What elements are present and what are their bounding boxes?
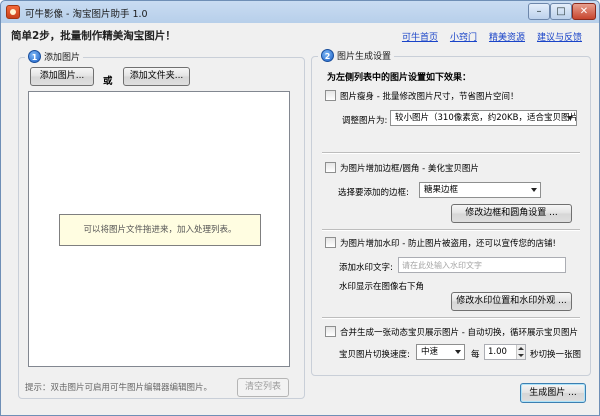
slideshow-checkbox-label: 合并生成一张动态宝贝展示图片 - 自动切换，循环展示宝贝图片 <box>340 328 578 338</box>
tip-text: 提示：双击图片可启用可牛图片编辑器编辑图片。 <box>25 383 213 393</box>
step-2-badge: 2 <box>321 49 334 62</box>
section-separator <box>322 317 580 319</box>
link-tips[interactable]: 小窍门 <box>450 30 477 43</box>
link-feedback[interactable]: 建议与反馈 <box>537 30 582 43</box>
add-images-title: 添加图片 <box>44 53 81 63</box>
border-checkbox-label: 为图片增加边框/圆角 - 美化宝贝图片 <box>340 164 479 174</box>
chevron-down-icon <box>531 188 537 192</box>
link-home[interactable]: 可牛首页 <box>402 30 438 43</box>
resize-checkbox-label: 图片瘦身 - 批量修改图片尺寸，节省图片空间！ <box>340 92 519 102</box>
minimize-button[interactable]: – <box>528 3 550 20</box>
add-images-legend: 1 添加图片 <box>25 50 84 63</box>
slideshow-speed-select[interactable]: 中速 <box>416 344 465 360</box>
drop-hint: 可以将图片文件拖进来，加入处理列表。 <box>59 214 261 246</box>
border-checkbox[interactable] <box>325 162 336 173</box>
slideshow-interval-stepper[interactable]: 1.00 <box>484 344 526 360</box>
chevron-down-icon <box>455 350 461 354</box>
app-logo-icon <box>6 5 20 19</box>
step-1-badge: 1 <box>28 50 41 63</box>
slideshow-speed-value: 中速 <box>421 347 439 357</box>
chevron-down-icon <box>567 116 573 120</box>
watermark-position-text: 水印显示在图像右下角 <box>339 282 425 292</box>
header-links: 可牛首页 小窍门 精美资源 建议与反馈 <box>390 30 582 43</box>
or-label: 或 <box>103 76 113 87</box>
watermark-settings-button[interactable]: 修改水印位置和水印外观 ... <box>451 292 572 311</box>
add-folder-button[interactable]: 添加文件夹... <box>123 67 190 86</box>
resize-checkbox[interactable] <box>325 90 336 101</box>
watermark-checkbox-label: 为图片增加水印 - 防止图片被盗用，还可以宣传您的店铺! <box>340 239 556 249</box>
resize-size-value: 较小图片（310像素宽，约20KB，适合宝贝图片） <box>395 113 577 123</box>
section-separator <box>322 229 580 231</box>
generate-images-button[interactable]: 生成图片 ... <box>520 383 586 403</box>
page-title: 简单2步，批量制作精美淘宝图片！ <box>11 30 176 42</box>
watermark-field-label: 添加水印文字: <box>339 263 393 273</box>
settings-heading: 为左侧列表中的图片设置如下效果： <box>327 73 472 83</box>
settings-legend: 2 图片生成设置 <box>318 49 395 62</box>
slideshow-unit-label: 秒切换一张图 <box>530 350 582 360</box>
add-image-button[interactable]: 添加图片... <box>30 67 94 86</box>
settings-title: 图片生成设置 <box>337 52 392 62</box>
slideshow-speed-label: 宝贝图片切换速度: <box>339 350 410 360</box>
slideshow-interval-value: 1.00 <box>488 347 507 357</box>
border-style-value: 糖果边框 <box>424 185 459 195</box>
slideshow-every-label: 每 <box>471 350 480 360</box>
link-resources[interactable]: 精美资源 <box>489 30 525 43</box>
title-bar[interactable]: 可牛影像 - 淘宝图片助手 1.0 – □ ✕ <box>1 1 599 23</box>
border-field-label: 选择要添加的边框: <box>338 188 409 198</box>
border-settings-button[interactable]: 修改边框和圆角设置 ... <box>451 204 572 223</box>
border-style-select[interactable]: 糖果边框 <box>419 182 541 198</box>
section-separator <box>322 152 580 154</box>
resize-field-label: 调整图片为: <box>342 116 388 126</box>
watermark-text-input[interactable] <box>398 257 566 273</box>
close-button[interactable]: ✕ <box>572 3 596 20</box>
stepper-arrows-icon[interactable] <box>516 345 525 359</box>
watermark-checkbox[interactable] <box>325 237 336 248</box>
resize-size-select[interactable]: 较小图片（310像素宽，约20KB，适合宝贝图片） <box>390 110 577 126</box>
window-title: 可牛影像 - 淘宝图片助手 1.0 <box>25 9 148 20</box>
image-list-drop-area[interactable]: 可以将图片文件拖进来，加入处理列表。 <box>28 91 290 367</box>
clear-list-button[interactable]: 清空列表 <box>237 378 289 397</box>
maximize-button[interactable]: □ <box>550 3 572 20</box>
slideshow-checkbox[interactable] <box>325 326 336 337</box>
